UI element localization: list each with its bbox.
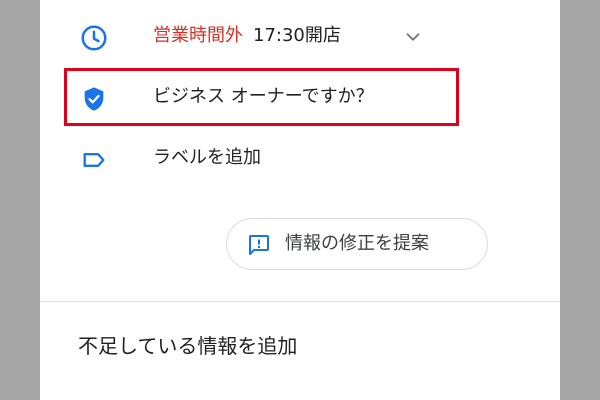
hours-row[interactable]: 営業時間外 17:30開店 — [40, 10, 560, 62]
hours-text: 営業時間外 17:30開店 — [153, 10, 341, 62]
chevron-down-icon[interactable] — [402, 26, 424, 48]
highlight-box — [64, 68, 459, 126]
clock-icon — [78, 22, 110, 54]
suggest-edit-label: 情報の修正を提案 — [285, 233, 429, 254]
label-tag-icon — [78, 144, 110, 176]
hours-opening-time: 17:30開店 — [253, 25, 341, 46]
hours-status: 営業時間外 — [153, 25, 243, 46]
add-label-row[interactable]: ラベルを追加 — [40, 132, 560, 184]
section-divider — [40, 301, 560, 302]
suggest-edit-button[interactable]: 情報の修正を提案 — [226, 218, 488, 270]
place-details-panel: 営業時間外 17:30開店 ビジネス オーナーですか？ ラベルを追加 情報の修正… — [40, 0, 560, 400]
add-label-text: ラベルを追加 — [153, 147, 261, 168]
feedback-icon — [247, 233, 271, 257]
add-missing-info-heading[interactable]: 不足している情報を追加 — [78, 320, 297, 372]
